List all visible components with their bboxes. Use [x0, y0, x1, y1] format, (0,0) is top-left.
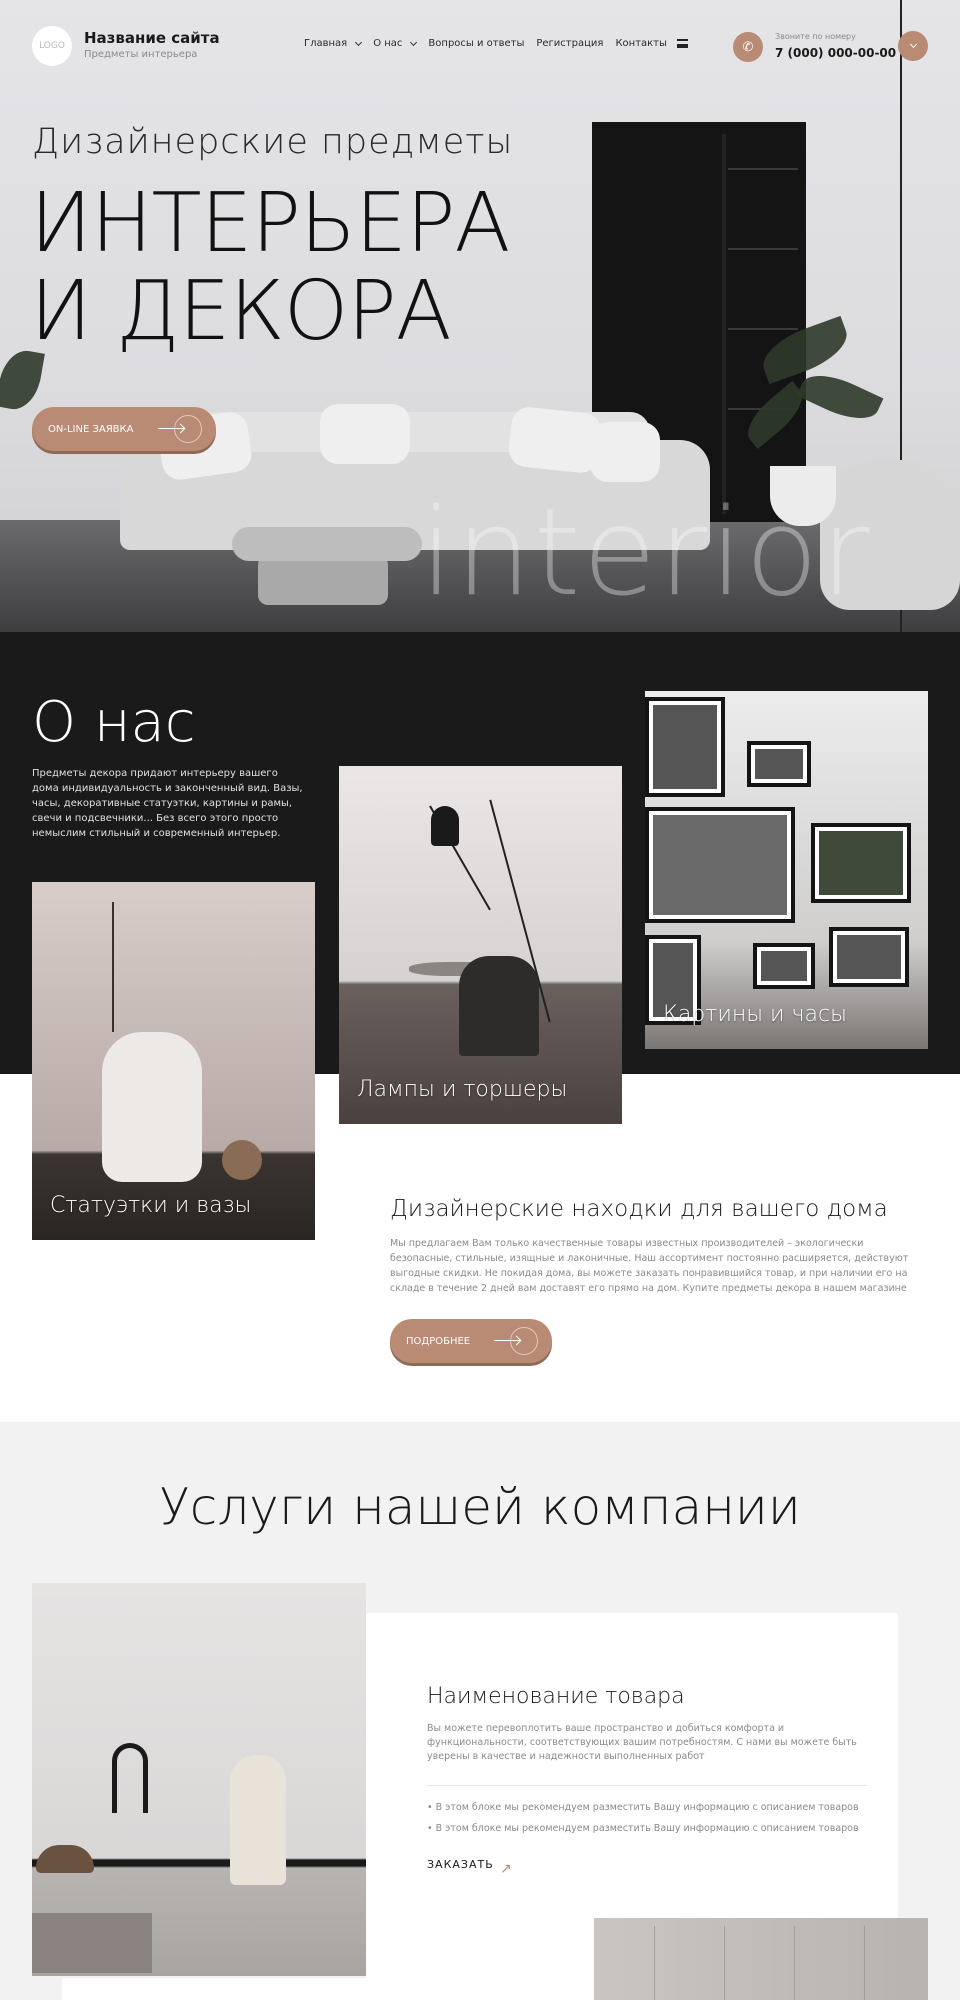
nav-item-home[interactable]: Главная — [304, 38, 363, 49]
chevron-down-icon — [355, 38, 363, 46]
phone-call-button[interactable]: ✆ — [733, 32, 763, 62]
online-request-button[interactable]: ON-LINE ЗАЯВКА — [32, 407, 216, 451]
sculpture-image — [112, 1743, 148, 1813]
nav-label: Регистрация — [536, 38, 604, 49]
card-caption: Картины и часы — [663, 1002, 847, 1027]
picture-frame-image — [747, 741, 811, 787]
phone-number[interactable]: 7 (000) 000-00-00 — [775, 46, 896, 60]
site-subtitle: Предметы интерьера — [84, 49, 198, 60]
category-card-vases[interactable]: Статуэтки и вазы — [32, 882, 315, 1240]
more-button[interactable]: ПОДРОБНЕЕ — [390, 1319, 552, 1363]
about-heading: О нас — [32, 690, 196, 755]
decor-ball-image — [222, 1140, 262, 1180]
about-text: Предметы декора придают интерьеру вашего… — [32, 768, 303, 839]
bullet-text: В этом блоке мы рекомендуем разместить В… — [435, 1802, 859, 1813]
finds-heading: Дизайнерские находки для вашего дома — [390, 1196, 888, 1222]
picture-frame-image — [829, 927, 909, 987]
hero-table-leg — [258, 555, 388, 605]
nav-item-contacts[interactable]: Контакты — [615, 38, 666, 49]
button-label: ON-LINE ЗАЯВКА — [48, 423, 134, 435]
menu-icon[interactable] — [677, 39, 688, 48]
phone-icon: ✆ — [742, 39, 754, 55]
service-image-wardrobe — [594, 1918, 928, 2000]
chair-image — [459, 956, 539, 1056]
ring-icon — [510, 1327, 538, 1355]
nav-item-faq[interactable]: Вопросы и ответы — [428, 38, 524, 49]
nav-label: О нас — [373, 38, 403, 49]
category-card-pictures[interactable]: Картины и часы — [645, 691, 928, 1049]
hero-table-image — [232, 527, 422, 561]
chevron-down-icon — [909, 40, 917, 49]
books-image — [32, 1913, 152, 1973]
phone-dropdown-button[interactable] — [898, 31, 928, 61]
vase-image — [102, 1032, 202, 1182]
picture-frame-image — [645, 697, 725, 797]
button-label: ПОДРОБНЕЕ — [406, 1335, 471, 1347]
service-bullet: • В этом блоке мы рекомендуем разместить… — [427, 1823, 859, 1834]
arrow-up-right-icon[interactable]: ↗ — [500, 1861, 512, 1877]
picture-frame-image — [753, 943, 815, 989]
hero-title: ИНТЕРЬЕРА И ДЕКОРА — [30, 176, 511, 359]
picture-frame-image — [811, 823, 911, 903]
nav-label: Вопросы и ответы — [428, 38, 525, 49]
nav-item-about[interactable]: О нас — [373, 38, 418, 49]
logo[interactable]: LOGO — [32, 26, 72, 66]
service-title: Наименование товара — [427, 1684, 685, 1709]
cotton-branch-image — [112, 902, 172, 1032]
category-card-lamps[interactable]: Лампы и торшеры — [339, 766, 622, 1124]
nav-label: Главная — [304, 38, 348, 49]
card-caption: Статуэтки и вазы — [50, 1193, 252, 1218]
service-bullet: • В этом блоке мы рекомендуем разместить… — [427, 1802, 859, 1813]
bowl-image — [36, 1845, 94, 1873]
services-heading: Услуги нашей компании — [159, 1478, 801, 1536]
ring-icon — [174, 415, 202, 443]
site-name[interactable]: Название сайта — [84, 29, 220, 47]
service-image — [32, 1583, 366, 1976]
card-edge — [62, 1978, 367, 2000]
service-description: Вы можете перевоплотить ваше пространств… — [427, 1723, 857, 1762]
hero-subtitle: Дизайнерские предметы — [32, 122, 514, 162]
picture-frame-image — [645, 807, 795, 923]
order-link[interactable]: ЗАКАЗАТЬ — [427, 1858, 494, 1871]
nav-item-registration[interactable]: Регистрация — [536, 38, 603, 49]
site-header: LOGO Название сайта Предметы интерьера Г… — [0, 0, 960, 92]
nav-label: Контакты — [615, 38, 667, 49]
hero-watermark: interior — [420, 484, 872, 623]
phone-caption: Звоните по номеру — [775, 32, 856, 41]
logo-text: LOGO — [39, 41, 65, 51]
lamp-shade-image — [431, 806, 459, 846]
main-nav: Главная О нас Вопросы и ответы Регистрац… — [304, 38, 679, 49]
bullet-text: В этом блоке мы рекомендуем разместить В… — [435, 1823, 859, 1834]
card-caption: Лампы и торшеры — [357, 1077, 568, 1102]
divider — [427, 1785, 867, 1786]
chevron-down-icon — [410, 38, 418, 46]
face-figurine-image — [230, 1755, 286, 1885]
finds-text: Мы предлагаем Вам только качественные то… — [390, 1238, 909, 1294]
